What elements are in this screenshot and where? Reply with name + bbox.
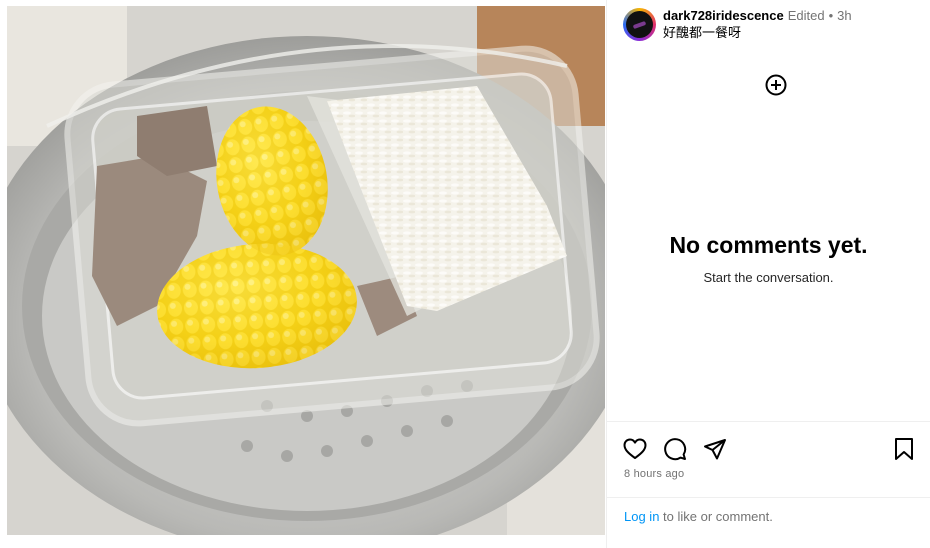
action-bar: [623, 436, 916, 462]
food-photo-image: [7, 6, 605, 535]
empty-subtitle: Start the conversation.: [703, 270, 834, 285]
save-button[interactable]: [892, 437, 916, 461]
empty-title: No comments yet.: [669, 232, 868, 258]
avatar-glyph: [632, 20, 647, 29]
login-prompt: Log in to like or comment.: [624, 509, 773, 524]
separator-dot: •: [828, 8, 834, 23]
username-link[interactable]: dark728iridescence: [663, 8, 784, 23]
header-line: dark728iridescence Edited • 3h: [663, 8, 852, 24]
login-link[interactable]: Log in: [624, 509, 659, 524]
header-text: dark728iridescence Edited • 3h 好醜都一餐呀: [663, 8, 852, 41]
add-circle-icon[interactable]: [765, 74, 787, 96]
comments-panel: dark728iridescence Edited • 3h 好醜都一餐呀 No co…: [606, 0, 930, 548]
share-button[interactable]: [703, 437, 727, 461]
post-caption: 好醜都一餐呀: [663, 25, 742, 40]
post-timestamp[interactable]: 8 hours ago: [624, 468, 684, 480]
avatar-image: [626, 11, 653, 38]
post-time[interactable]: 3h: [837, 8, 851, 23]
share-icon: [704, 439, 726, 460]
edited-label: Edited: [787, 8, 825, 23]
empty-comments: No comments yet. Start the conversation.: [607, 232, 930, 285]
like-button[interactable]: [623, 437, 647, 461]
post-header: dark728iridescence Edited • 3h 好醜都一餐呀: [623, 8, 920, 48]
divider: [607, 497, 930, 498]
heart-icon: [623, 438, 647, 459]
divider: [607, 421, 930, 422]
post-photo: [7, 6, 605, 535]
comment-icon: [664, 438, 687, 461]
avatar[interactable]: [623, 8, 656, 41]
login-prompt-text: to like or comment.: [659, 509, 773, 524]
bookmark-icon: [895, 438, 913, 460]
comment-button[interactable]: [663, 437, 687, 461]
